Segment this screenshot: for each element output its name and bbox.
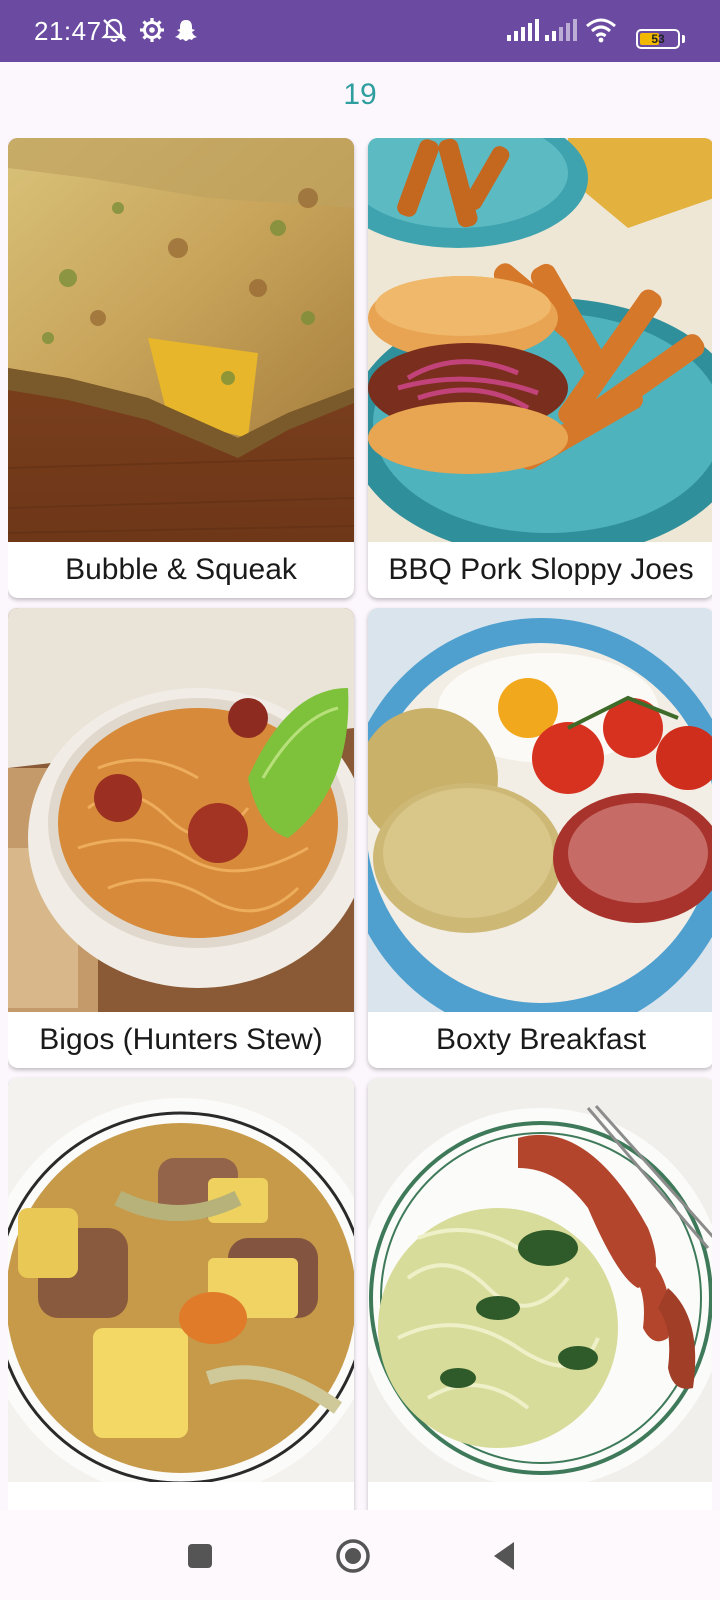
meal-card-sausage-and-cabbage[interactable]	[368, 1078, 712, 1510]
bbq-pork-sloppy-joes-photo	[368, 138, 712, 542]
battery-level-text: 53	[651, 32, 665, 46]
back-triangle-icon[interactable]	[486, 1536, 526, 1576]
meal-grid[interactable]: Bubble & Squeak BBQ Pork Sloppy Joes Big…	[8, 138, 712, 1510]
sausage-and-cabbage-photo	[368, 1078, 712, 1482]
status-bar: 21:47 53	[0, 0, 720, 62]
recents-square-icon[interactable]	[180, 1536, 220, 1576]
pork-stew-photo	[8, 1078, 354, 1482]
meal-card-pork-stew[interactable]	[8, 1078, 354, 1510]
page-counter: 19	[343, 78, 377, 111]
meal-title	[368, 1482, 712, 1510]
battery-icon: 53	[636, 29, 680, 49]
settings-gear-icon	[140, 18, 164, 42]
bigos-hunters-stew-photo	[8, 608, 354, 1012]
meal-title: Bigos (Hunters Stew)	[39, 1023, 323, 1056]
meal-card-bubble-and-squeak[interactable]: Bubble & Squeak	[8, 138, 354, 598]
snapchat-ghost-icon	[175, 20, 197, 41]
boxty-breakfast-photo	[368, 608, 712, 1012]
signal-bars-icon	[507, 19, 539, 41]
meal-title: BBQ Pork Sloppy Joes	[388, 553, 694, 586]
battery-tip	[682, 35, 685, 43]
meal-title: Boxty Breakfast	[435, 1023, 647, 1056]
signal-bars-secondary-icon	[545, 19, 577, 41]
muted-bell-icon	[101, 18, 127, 42]
system-navigation-bar	[0, 1510, 720, 1600]
meal-title: Bubble & Squeak	[65, 553, 297, 586]
wifi-icon	[586, 18, 616, 43]
meal-card-bbq-pork-sloppy-joes[interactable]: BBQ Pork Sloppy Joes	[368, 138, 712, 598]
status-time: 21:47	[34, 16, 102, 46]
bubble-and-squeak-photo	[8, 138, 354, 542]
meal-card-bigos-hunters-stew[interactable]: Bigos (Hunters Stew)	[8, 608, 354, 1068]
meal-card-boxty-breakfast[interactable]: Boxty Breakfast	[368, 608, 712, 1068]
home-circle-icon[interactable]	[333, 1536, 373, 1576]
meal-title	[8, 1482, 354, 1510]
